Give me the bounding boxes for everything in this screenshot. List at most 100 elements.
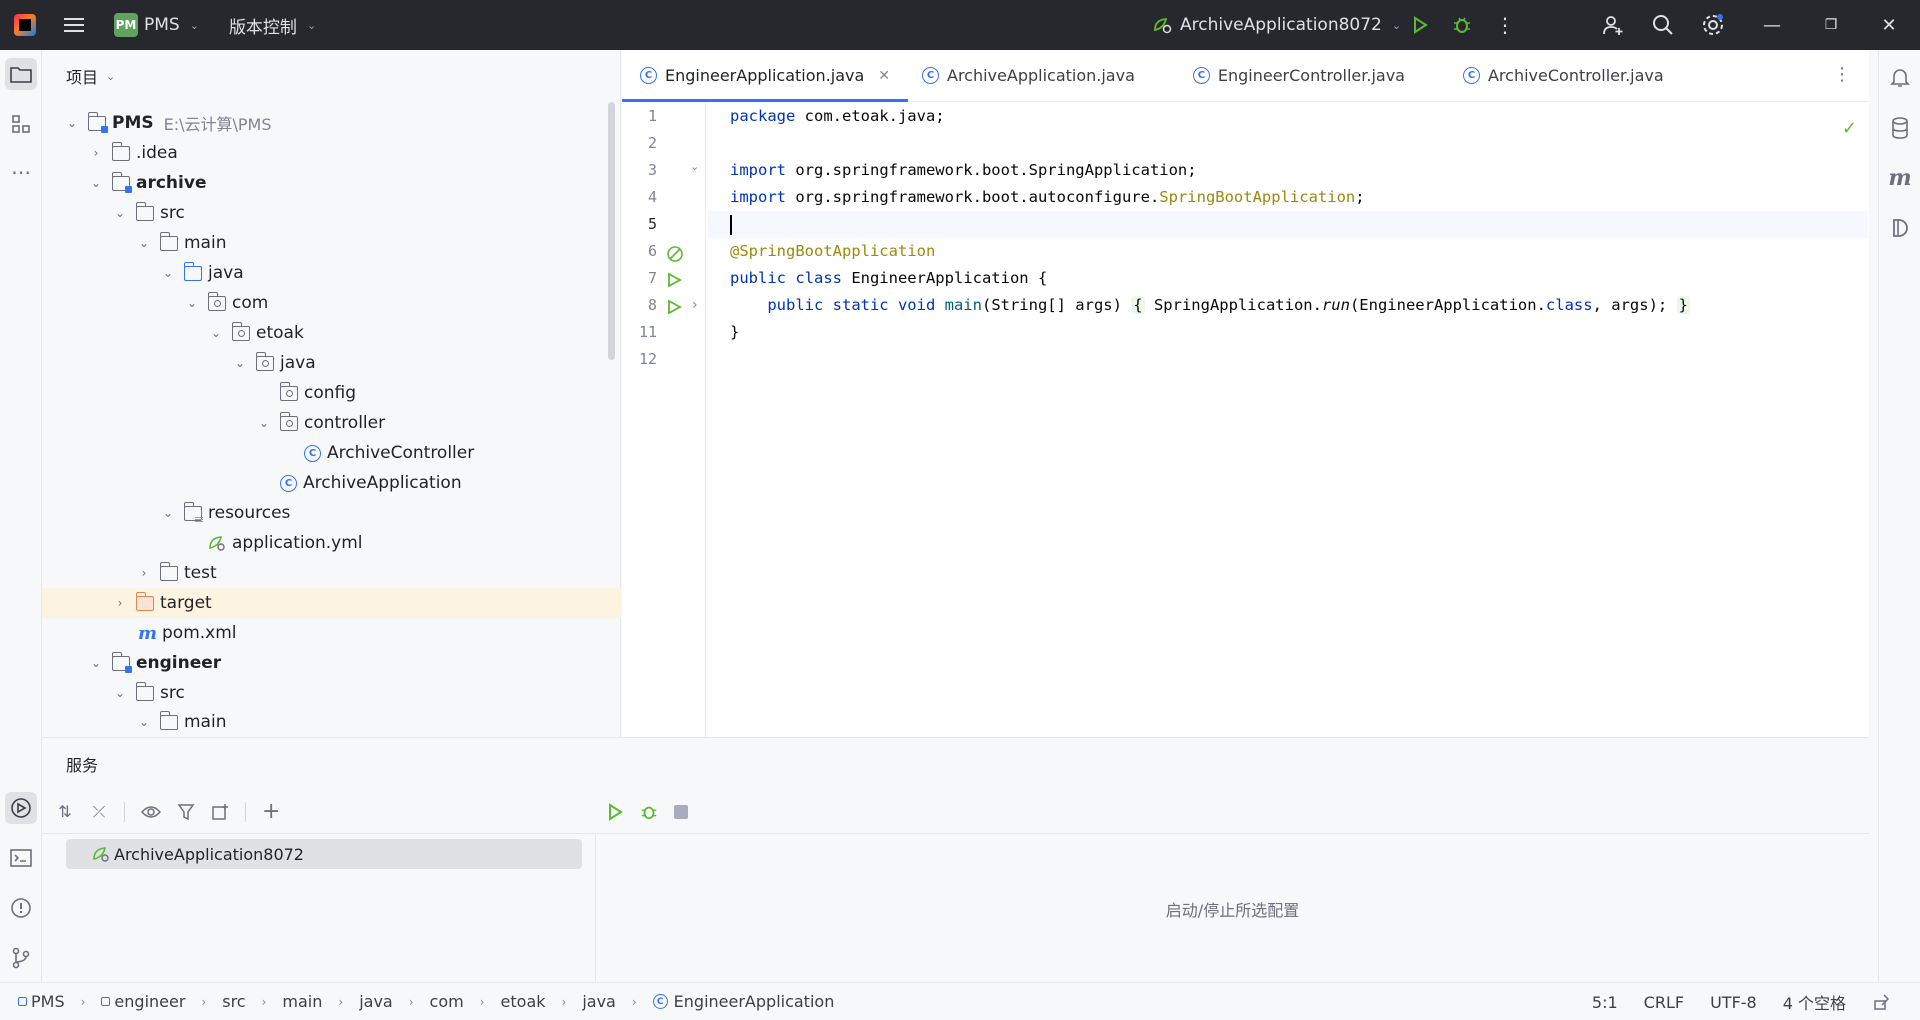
tree-item-com[interactable]: ⌄ com [42, 288, 621, 318]
tree-item-test[interactable]: › test [42, 558, 621, 588]
fold-expand-icon[interactable]: › [692, 297, 698, 313]
chevron-down-icon[interactable]: ⌄ [162, 266, 174, 280]
fold-icon[interactable]: ⌄ [690, 160, 699, 173]
expand-all-icon[interactable]: ⇅ [56, 802, 74, 821]
chevron-right-icon[interactable]: › [90, 146, 102, 160]
tree-item-java[interactable]: ⌄ java [42, 258, 621, 288]
spring-bean-gutter-icon[interactable] [666, 245, 684, 263]
tree-item-config[interactable]: config [42, 378, 621, 408]
project-selector[interactable]: PM PMS ⌄ [114, 13, 199, 37]
tree-item-etoak[interactable]: ⌄ etoak [42, 318, 621, 348]
project-scrollbar[interactable] [608, 102, 615, 360]
tab-archive-controller[interactable]: C ArchiveController.java [1445, 50, 1682, 101]
chevron-down-icon[interactable]: ⌄ [90, 656, 102, 670]
chevron-down-icon[interactable]: ⌄ [138, 236, 150, 250]
filter-icon[interactable] [177, 803, 195, 821]
folded-brace[interactable]: { [1131, 296, 1145, 314]
add-service-icon[interactable]: + [262, 799, 280, 824]
tree-item-archive-application[interactable]: C ArchiveApplication [42, 468, 621, 498]
chevron-down-icon[interactable]: ⌄ [258, 416, 270, 430]
collapse-all-icon[interactable]: ⤫ [90, 802, 108, 822]
debug-button[interactable] [1450, 13, 1474, 37]
tab-engineer-controller[interactable]: C EngineerController.java [1175, 50, 1445, 101]
tree-item-main[interactable]: ⌄ main [42, 228, 621, 258]
main-menu-icon[interactable] [64, 18, 84, 32]
chevron-down-icon[interactable]: ⌄ [114, 206, 126, 220]
folded-brace[interactable]: } [1676, 296, 1690, 314]
tree-item-pms[interactable]: ⌄ PMS E:\云计算\PMS [42, 108, 621, 138]
line-separator[interactable]: CRLF [1644, 993, 1684, 1012]
breadcrumb-item[interactable]: etoak [501, 992, 546, 1011]
project-tool-button[interactable] [5, 58, 37, 90]
chevron-down-icon[interactable]: ⌄ [138, 715, 150, 729]
services-tool-button[interactable] [5, 792, 37, 824]
vcs-menu[interactable]: 版本控制 ⌄ [229, 13, 316, 38]
debug-icon[interactable] [640, 803, 658, 821]
git-tool-button[interactable] [5, 942, 37, 974]
close-icon[interactable]: ✕ [878, 68, 890, 84]
service-item[interactable]: ArchiveApplication8072 [66, 839, 582, 869]
tree-item-java-pkg[interactable]: ⌄ java [42, 348, 621, 378]
tree-item-archive[interactable]: ⌄ archive [42, 168, 621, 198]
tab-engineer-application[interactable]: C EngineerApplication.java ✕ [622, 50, 908, 102]
tree-item-engineer-main[interactable]: ⌄ main [42, 708, 621, 736]
tree-item-engineer-src[interactable]: ⌄ src [42, 678, 621, 708]
endpoints-button[interactable] [1884, 212, 1916, 244]
restore-button[interactable]: ❐ [1819, 13, 1843, 37]
more-tools-icon[interactable]: ⋯ [5, 156, 37, 188]
tree-item-target[interactable]: › target [42, 588, 621, 618]
tree-item-src[interactable]: ⌄ src [42, 198, 621, 228]
tree-item-engineer[interactable]: ⌄ engineer [42, 648, 621, 678]
breadcrumb-item[interactable]: C EngineerApplication [652, 992, 834, 1011]
new-group-icon[interactable] [211, 803, 229, 821]
run-gutter-icon[interactable] [666, 299, 682, 315]
run-icon[interactable] [606, 802, 624, 821]
chevron-right-icon[interactable]: › [138, 566, 150, 580]
notifications-button[interactable] [1884, 62, 1916, 94]
chevron-down-icon[interactable]: ⌄ [186, 296, 198, 310]
chevron-down-icon[interactable]: ⌄ [234, 356, 246, 370]
run-button[interactable] [1408, 13, 1432, 37]
more-actions-icon[interactable]: ⋮ [1493, 13, 1517, 37]
breadcrumb-item[interactable]: PMS [18, 992, 65, 1011]
database-button[interactable] [1884, 112, 1916, 144]
run-gutter-icon[interactable] [666, 272, 682, 288]
maven-icon[interactable]: m [1884, 162, 1916, 194]
chevron-down-icon[interactable]: ⌄ [162, 506, 174, 520]
run-config-selector[interactable]: ArchiveApplication8072 ⌄ [1152, 15, 1401, 35]
breadcrumb-item[interactable]: java [359, 992, 393, 1011]
settings-button[interactable] [1701, 13, 1725, 37]
breadcrumb-item[interactable]: main [282, 992, 322, 1011]
close-window-button[interactable]: ✕ [1877, 13, 1901, 37]
tab-archive-application[interactable]: C ArchiveApplication.java [908, 50, 1175, 101]
chevron-down-icon[interactable]: ⌄ [114, 686, 126, 700]
lock-edit-icon[interactable] [1872, 993, 1890, 1011]
tree-item-idea[interactable]: › .idea [42, 138, 621, 168]
code-area[interactable]: package com.etoak.java; import org.sprin… [708, 103, 1868, 737]
tree-item-resources[interactable]: ⌄ resources [42, 498, 621, 528]
file-encoding[interactable]: UTF-8 [1710, 993, 1757, 1012]
add-user-button[interactable] [1601, 13, 1625, 37]
minimize-button[interactable]: — [1760, 13, 1784, 37]
tree-item-controller[interactable]: ⌄ controller [42, 408, 621, 438]
eye-icon[interactable] [141, 804, 161, 820]
problems-tool-button[interactable] [5, 892, 37, 924]
project-panel-header[interactable]: 项目 ⌄ [42, 50, 620, 102]
breadcrumb-item[interactable]: java [582, 992, 616, 1011]
tree-item-pom[interactable]: m pom.xml [42, 618, 621, 648]
breadcrumb-item[interactable]: engineer [101, 992, 185, 1011]
breadcrumb-item[interactable]: src [222, 992, 245, 1011]
stop-icon[interactable] [674, 804, 688, 819]
tree-item-archive-controller[interactable]: C ArchiveController [42, 438, 621, 468]
breadcrumb-item[interactable]: com [430, 992, 464, 1011]
tabs-more-icon[interactable]: ⋮ [1833, 64, 1851, 85]
tree-item-application-yml[interactable]: application.yml [42, 528, 621, 558]
chevron-down-icon[interactable]: ⌄ [210, 326, 222, 340]
search-button[interactable] [1651, 13, 1675, 37]
indent-setting[interactable]: 4 个空格 [1783, 990, 1846, 1014]
chevron-right-icon[interactable]: › [114, 596, 126, 610]
structure-tool-button[interactable] [5, 108, 37, 140]
chevron-down-icon[interactable]: ⌄ [90, 176, 102, 190]
terminal-tool-button[interactable] [5, 842, 37, 874]
caret-position[interactable]: 5:1 [1592, 993, 1618, 1012]
